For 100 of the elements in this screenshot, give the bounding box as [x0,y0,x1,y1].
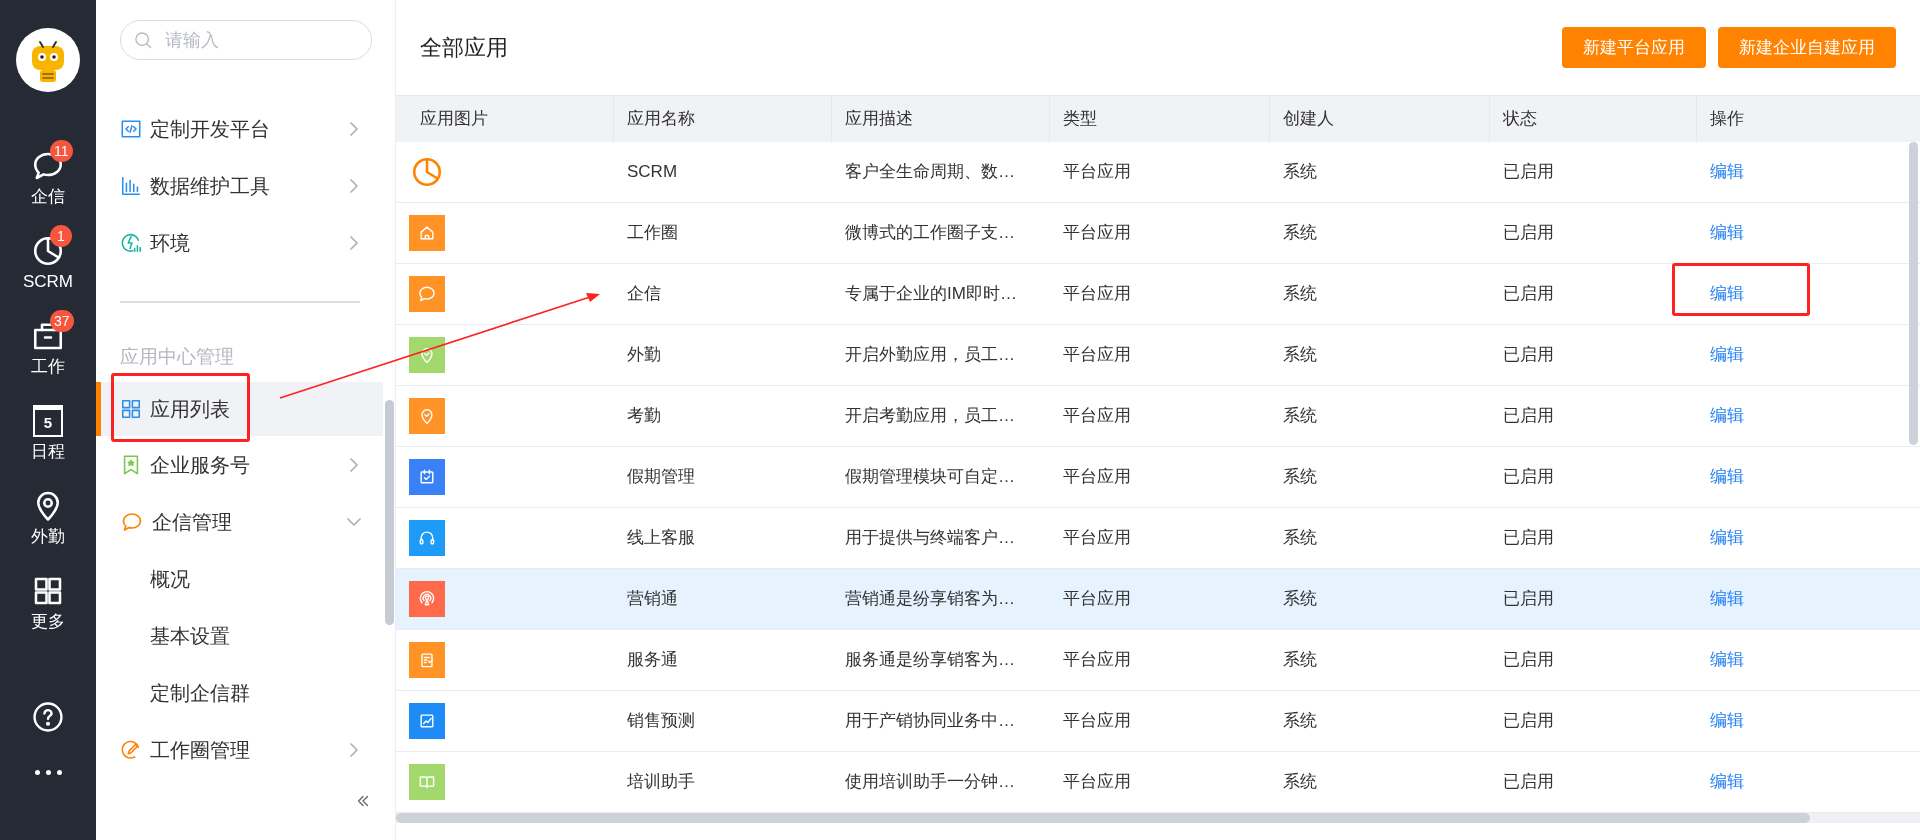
edit-link[interactable]: 编辑 [1710,220,1744,246]
rail-label: 外勤 [31,525,65,548]
chevron-right-icon [350,121,358,136]
table-cell-text: 系统 [1282,405,1318,428]
table-cell-text: 已启用 [1502,283,1555,306]
bolt-icon [120,231,142,254]
table-cell-text: 培训助手 [626,771,696,794]
table-cell-text: 平台应用 [1062,161,1132,184]
sidebar-item[interactable]: 环境 [96,214,383,271]
edit-link[interactable]: 编辑 [1710,586,1744,612]
table-cell-text: 平台应用 [1062,405,1132,428]
table-cell-text: 用于提供与终端客户… [844,527,1016,550]
table-cell-text: 系统 [1282,527,1318,550]
table-cell-text: 已启用 [1502,344,1555,367]
rail-item[interactable]: 37 工作 [0,305,96,390]
bar-chart-icon [120,174,142,197]
table-cell-text: 开启外勤应用，员工… [844,344,1016,367]
edit-link[interactable]: 编辑 [1710,525,1744,551]
section-title: 应用中心管理 [120,346,234,367]
scrollbar-thumb[interactable] [396,813,1810,823]
table-cell-text: 平台应用 [1062,466,1132,489]
table-cell-text: 已启用 [1502,527,1555,550]
column-header: 操作 [1709,108,1745,131]
rail-label: SCRM [22,270,74,293]
rail-item[interactable]: 1 SCRM [0,220,96,305]
table-cell-text: 假期管理模块可自定… [844,466,1016,489]
scrollbar-thumb[interactable] [1909,142,1918,445]
table-cell-text: 营销通是纷享销客为… [844,588,1016,611]
table-cell-text: 销售预测 [626,710,696,733]
chevron-right-icon [350,235,358,250]
table-cell-text: 线上客服 [626,527,696,550]
notification-badge: 37 [50,309,74,332]
table-cell-text: 平台应用 [1062,222,1132,245]
sidebar-item[interactable]: 数据维护工具 [96,157,383,214]
table-cell-text: 已启用 [1502,161,1555,184]
chevron-down-icon [347,517,361,526]
notification-badge: 1 [50,224,72,247]
edit-link[interactable]: 编辑 [1710,708,1744,734]
rail-label: 工作 [31,355,65,378]
code-icon [120,117,142,140]
table-cell-text: 平台应用 [1062,710,1132,733]
grid-icon [120,398,142,420]
table-cell-text: 已启用 [1502,405,1555,428]
table-cell-text: 已启用 [1502,649,1555,672]
table-cell-text: 平台应用 [1062,649,1132,672]
chevron-right-icon [350,178,358,193]
sidebar-item[interactable]: 定制开发平台 [96,100,383,157]
table-cell-text: 平台应用 [1062,344,1132,367]
table-cell-text: 外勤 [626,344,662,367]
rail-item[interactable]: 5 日程 [0,390,96,475]
notification-badge: 11 [50,139,73,162]
table-cell-text: 系统 [1282,649,1318,672]
chevron-right-icon [350,457,358,472]
edit-link[interactable]: 编辑 [1710,403,1744,429]
sidebar-item[interactable]: 工作圈管理 [96,721,383,772]
table-cell-text: 已启用 [1502,771,1555,794]
search-field[interactable]: 请输入 [120,20,372,60]
table-cell-text: 系统 [1282,283,1318,306]
sidebar-item[interactable]: 企信管理 [96,493,383,550]
edit-link[interactable]: 编辑 [1710,769,1744,795]
mascot-logo [16,28,80,92]
table-cell-text: SCRM [626,161,679,184]
table-cell-text: 专属于企业的IM即时… [844,283,1018,306]
rail-item[interactable]: 更多 [0,560,96,645]
edit-link[interactable]: 编辑 [1710,464,1744,490]
sidebar-item[interactable]: 应用列表 [96,382,383,436]
table-cell-text: 系统 [1282,466,1318,489]
rail-item[interactable]: 外勤 [0,475,96,560]
help-icon[interactable] [31,700,65,734]
table-cell-text: 开启考勤应用，员工… [844,405,1016,428]
table-cell-text: 已启用 [1502,222,1555,245]
table-cell-text: 客户全生命周期、数… [844,161,1016,184]
rail-item[interactable]: 11 企信 [0,135,96,220]
table-cell-text: 使用培训助手一分钟… [844,771,1016,794]
table-row[interactable]: 营销通 营销通是纷享销客为… 平台应用 系统 已启用 编辑 [396,569,1920,630]
rail-label: 更多 [31,610,65,633]
sidebar-subitem[interactable]: 概况 [96,550,383,607]
table-cell-text: 系统 [1282,344,1318,367]
table-cell-text: 平台应用 [1062,588,1132,611]
table-cell-text: 营销通 [626,588,679,611]
edit-link[interactable]: 编辑 [1710,647,1744,673]
table-cell-text: 系统 [1282,771,1318,794]
table-cell-text: 平台应用 [1062,527,1132,550]
table-cell-text: 已启用 [1502,588,1555,611]
rail-label: 企信 [31,185,65,208]
table-cell-text: 服务通是纷享销客为… [844,649,1016,672]
edit-link[interactable]: 编辑 [1710,281,1744,307]
edit-link[interactable]: 编辑 [1710,159,1744,185]
table-cell-text: 已启用 [1502,466,1555,489]
table-cell-text: 工作圈 [626,222,679,245]
scrollbar-thumb[interactable] [385,400,394,625]
table-cell-text: 微博式的工作圈子支… [844,222,1016,245]
sidebar-item[interactable]: 企业服务号 [96,436,383,493]
sidebar-subitem[interactable]: 定制企信群 [96,664,383,721]
edit-link[interactable]: 编辑 [1710,342,1744,368]
table-cell-text: 系统 [1282,710,1318,733]
more-icon[interactable] [34,770,62,775]
table-cell-text: 系统 [1282,588,1318,611]
sidebar-subitem[interactable]: 基本设置 [96,607,383,664]
table-cell-text: 平台应用 [1062,283,1132,306]
